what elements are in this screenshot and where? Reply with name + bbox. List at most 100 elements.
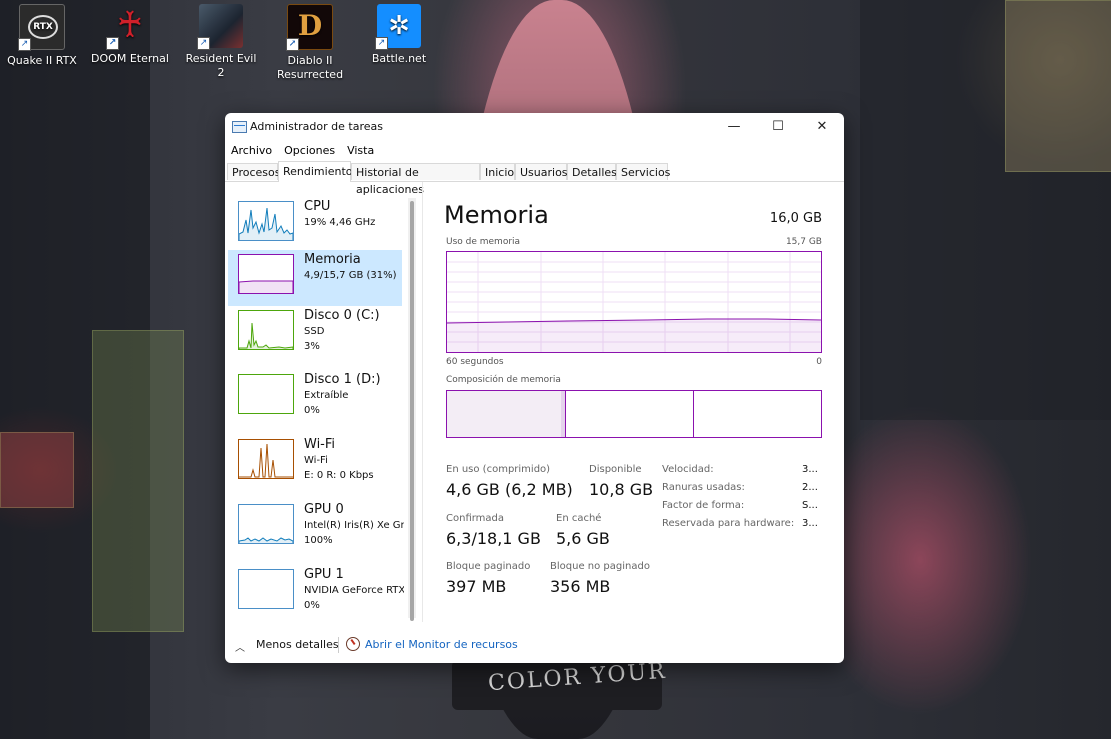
quake-rtx-logo-icon: RTX ↗ <box>18 4 65 51</box>
disk0-thumbnail-graph <box>238 310 294 350</box>
gpu1-thumbnail-graph <box>238 569 294 609</box>
sidebar-item-detail: 19% 4,46 GHz <box>304 217 376 228</box>
open-resource-monitor-link[interactable]: Abrir el Monitor de recursos <box>365 638 518 651</box>
tab-servicios[interactable]: Servicios <box>616 163 670 180</box>
composition-modified <box>561 391 566 437</box>
desktop-icon-resident-evil-2[interactable]: ↗ Resident Evil 2 <box>181 4 261 80</box>
chevron-up-icon[interactable]: ︿ <box>235 639 245 654</box>
title-bar[interactable]: Administrador de tareas — ☐ ✕ <box>225 113 844 141</box>
wallpaper-neon-sign <box>92 330 184 632</box>
composition-standby <box>693 391 694 437</box>
sidebar-item-detail: Intel(R) Iris(R) Xe Graphics <box>304 520 404 531</box>
sidebar-item-value: 0% <box>304 600 320 611</box>
desktop-icon-diablo-2[interactable]: D ↗ Diablo II Resurrected <box>270 4 350 82</box>
sidebar-item-value: 3% <box>304 341 320 352</box>
sidebar-item-wifi[interactable]: Wi-Fi Wi-Fi E: 0 R: 0 Kbps <box>228 435 402 491</box>
menu-vista[interactable]: Vista <box>341 141 380 160</box>
tab-detalles[interactable]: Detalles <box>567 163 617 180</box>
sidebar-item-gpu-0[interactable]: GPU 0 Intel(R) Iris(R) Xe Graphics 100% <box>228 500 404 556</box>
sidebar-item-detail: Wi-Fi <box>304 455 328 466</box>
sidebar-item-cpu[interactable]: CPU 19% 4,46 GHz <box>228 197 402 253</box>
sidebar-item-label: CPU <box>304 199 331 214</box>
menu-archivo[interactable]: Archivo <box>225 141 278 160</box>
desktop-icon-quake2rtx[interactable]: RTX ↗ Quake II RTX <box>2 4 82 68</box>
sidebar-item-detail: 4,9/15,7 GB (31%) <box>304 270 397 281</box>
speed-value: 3... <box>802 464 818 475</box>
tab-usuarios[interactable]: Usuarios <box>515 163 568 180</box>
sidebar-item-label: Memoria <box>304 252 361 267</box>
nonpaged-pool-value: 356 MB <box>550 577 611 596</box>
hardware-reserved-value: 3... <box>802 518 818 529</box>
sidebar-item-value: E: 0 R: 0 Kbps <box>304 470 374 481</box>
cpu-thumbnail-graph <box>238 201 294 241</box>
sidebar-item-value: 0% <box>304 405 320 416</box>
footer-bar: ︿ Menos detalles Abrir el Monitor de rec… <box>225 629 844 663</box>
shortcut-arrow-icon: ↗ <box>375 37 388 50</box>
time-axis-end: 0 <box>816 357 822 367</box>
hardware-reserved-label: Reservada para hardware: <box>662 518 795 529</box>
menu-opciones[interactable]: Opciones <box>278 141 341 160</box>
shortcut-arrow-icon: ↗ <box>106 37 119 50</box>
slots-used-label: Ranuras usadas: <box>662 482 745 493</box>
in-use-label: En uso (comprimido) <box>446 464 551 475</box>
wifi-thumbnail-graph <box>238 439 294 479</box>
memory-usage-chart <box>446 252 822 352</box>
task-manager-icon <box>232 121 247 133</box>
sidebar-item-value: 100% <box>304 535 333 546</box>
task-manager-window: Administrador de tareas — ☐ ✕ Archivo Opc… <box>225 113 844 663</box>
desktop-icon-label: Quake II RTX <box>7 54 77 67</box>
sidebar-item-memoria[interactable]: Memoria 4,9/15,7 GB (31%) <box>228 250 402 306</box>
memory-usage-graph <box>446 251 822 353</box>
desktop-icon-label: DOOM Eternal <box>91 52 169 65</box>
slots-used-value: 2... <box>802 482 818 493</box>
sidebar-item-detail: Extraíble <box>304 390 349 401</box>
footer-separator <box>338 637 339 653</box>
resource-list-scrollbar[interactable] <box>408 198 416 621</box>
shortcut-arrow-icon: ↗ <box>286 38 299 51</box>
panel-divider <box>422 182 423 622</box>
cached-value: 5,6 GB <box>556 529 610 548</box>
in-use-value: 4,6 GB (6,2 MB) <box>446 480 573 499</box>
battlenet-logo-icon: ✲ ↗ <box>375 4 421 50</box>
desktop-icon-battlenet[interactable]: ✲ ↗ Battle.net <box>359 4 439 66</box>
diablo-logo-icon: D ↗ <box>286 4 333 51</box>
desktop-icon-doom-eternal[interactable]: ♰ ↗ DOOM Eternal <box>90 4 170 66</box>
disk1-thumbnail-graph <box>238 374 294 414</box>
time-axis-start: 60 segundos <box>446 357 504 367</box>
sidebar-item-label: Disco 0 (C:) <box>304 308 380 323</box>
sidebar-item-disco-1[interactable]: Disco 1 (D:) Extraíble 0% <box>228 370 402 426</box>
composition-in-use <box>447 391 562 437</box>
usage-graph-max: 15,7 GB <box>785 237 822 247</box>
resident-evil-logo-icon: ↗ <box>197 4 243 50</box>
sidebar-item-gpu-1[interactable]: GPU 1 NVIDIA GeForce RTX 0% <box>228 565 404 621</box>
fewer-details-link[interactable]: Menos detalles <box>256 638 339 651</box>
speed-label: Velocidad: <box>662 464 714 475</box>
form-factor-label: Factor de forma: <box>662 500 745 511</box>
shortcut-arrow-icon: ↗ <box>18 38 31 51</box>
tab-inicio[interactable]: Inicio <box>480 163 515 180</box>
close-button[interactable]: ✕ <box>800 113 844 141</box>
scrollbar-thumb[interactable] <box>410 201 414 621</box>
memory-total: 16,0 GB <box>769 211 822 226</box>
doom-logo-icon: ♰ ↗ <box>106 4 152 50</box>
usage-area <box>447 319 821 352</box>
sidebar-item-label: Wi-Fi <box>304 437 336 452</box>
wallpaper-lit-sign <box>1005 0 1111 172</box>
paged-pool-value: 397 MB <box>446 577 507 596</box>
sidebar-item-label: Disco 1 (D:) <box>304 372 381 387</box>
available-value: 10,8 GB <box>589 480 654 499</box>
shortcut-arrow-icon: ↗ <box>197 37 210 50</box>
desktop-icon-label: Battle.net <box>371 52 427 65</box>
nonpaged-pool-label: Bloque no paginado <box>550 561 650 572</box>
tab-bar: Procesos Rendimiento Historial de aplica… <box>225 161 844 196</box>
tab-rendimiento[interactable]: Rendimiento <box>278 161 352 182</box>
minimize-button[interactable]: — <box>712 113 756 141</box>
desktop-icon-label: Resident Evil 2 <box>185 52 257 79</box>
sidebar-item-disco-0[interactable]: Disco 0 (C:) SSD 3% <box>228 306 402 362</box>
maximize-button[interactable]: ☐ <box>756 113 800 141</box>
tab-historial-aplicaciones[interactable]: Historial de aplicaciones <box>351 163 480 196</box>
resource-monitor-icon <box>346 637 360 651</box>
sidebar-item-label: GPU 0 <box>304 502 344 517</box>
tab-procesos[interactable]: Procesos <box>227 163 280 180</box>
memory-composition-bar <box>446 390 822 438</box>
